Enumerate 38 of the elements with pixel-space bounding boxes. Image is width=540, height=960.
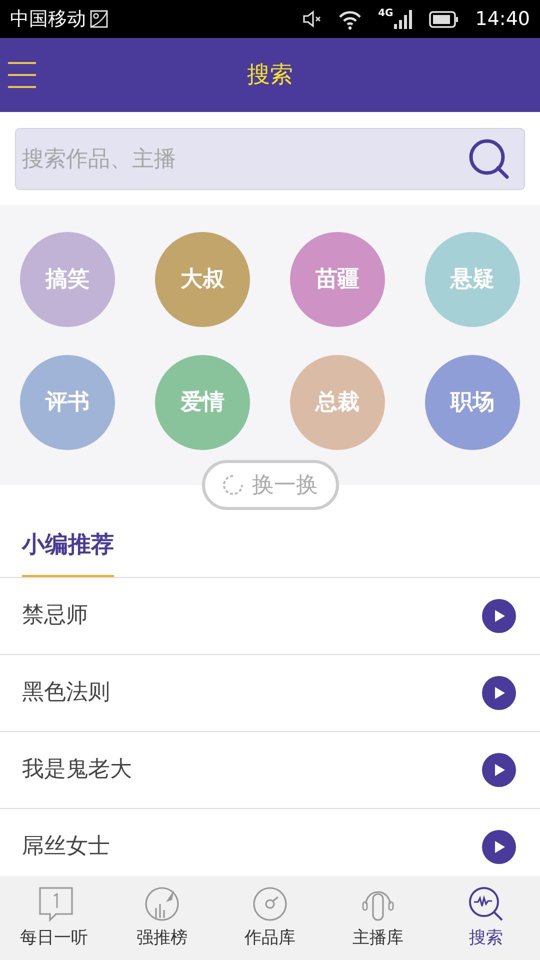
play-button[interactable] — [482, 752, 516, 786]
play-button[interactable] — [482, 598, 516, 632]
play-icon — [482, 830, 516, 864]
menu-button[interactable] — [8, 61, 36, 89]
battery-icon — [429, 10, 460, 28]
nav-tab[interactable]: 主播库 — [324, 876, 432, 960]
recommendation-title: 我是鬼老大 — [22, 756, 132, 784]
mute-icon — [302, 9, 322, 29]
image-icon — [90, 10, 108, 28]
play-button[interactable] — [482, 830, 516, 864]
refresh-icon — [222, 474, 244, 496]
play-button[interactable] — [482, 676, 516, 710]
rocket-chart-icon — [142, 884, 182, 924]
recommendation-row[interactable]: 我是鬼老大 — [0, 732, 540, 808]
nav-tab[interactable]: 作品库 — [216, 876, 324, 960]
search-button[interactable] — [467, 137, 511, 181]
disc-icon — [250, 884, 290, 924]
search-field[interactable]: 搜索作品、主播 — [15, 128, 525, 190]
page-title: 搜索 — [247, 60, 293, 90]
play-icon — [482, 752, 516, 786]
nav-tab[interactable]: 每日一听 — [0, 876, 108, 960]
clock-time: 14:40 — [475, 6, 530, 32]
signal-icon — [393, 8, 414, 30]
section-title: 小编推荐 — [22, 528, 114, 576]
carrier-name: 中国移动 — [10, 6, 86, 32]
recommendation-row[interactable]: 黑色法则 — [0, 654, 540, 732]
network-type: 4G — [378, 8, 394, 18]
recommendation-title: 禁忌师 — [22, 602, 88, 630]
menu-icon — [8, 61, 36, 89]
recommendation-title: 屌丝女士 — [22, 833, 110, 861]
nav-tab[interactable]: 强推榜 — [108, 876, 216, 960]
recommendation-row[interactable]: 禁忌师 — [0, 578, 540, 654]
search-icon — [467, 137, 511, 181]
recommendation-title: 黑色法则 — [22, 679, 110, 707]
play-icon — [482, 598, 516, 632]
wifi-icon — [338, 8, 362, 30]
nav-tab[interactable]: 搜索 — [432, 876, 540, 960]
play-icon — [482, 676, 516, 710]
